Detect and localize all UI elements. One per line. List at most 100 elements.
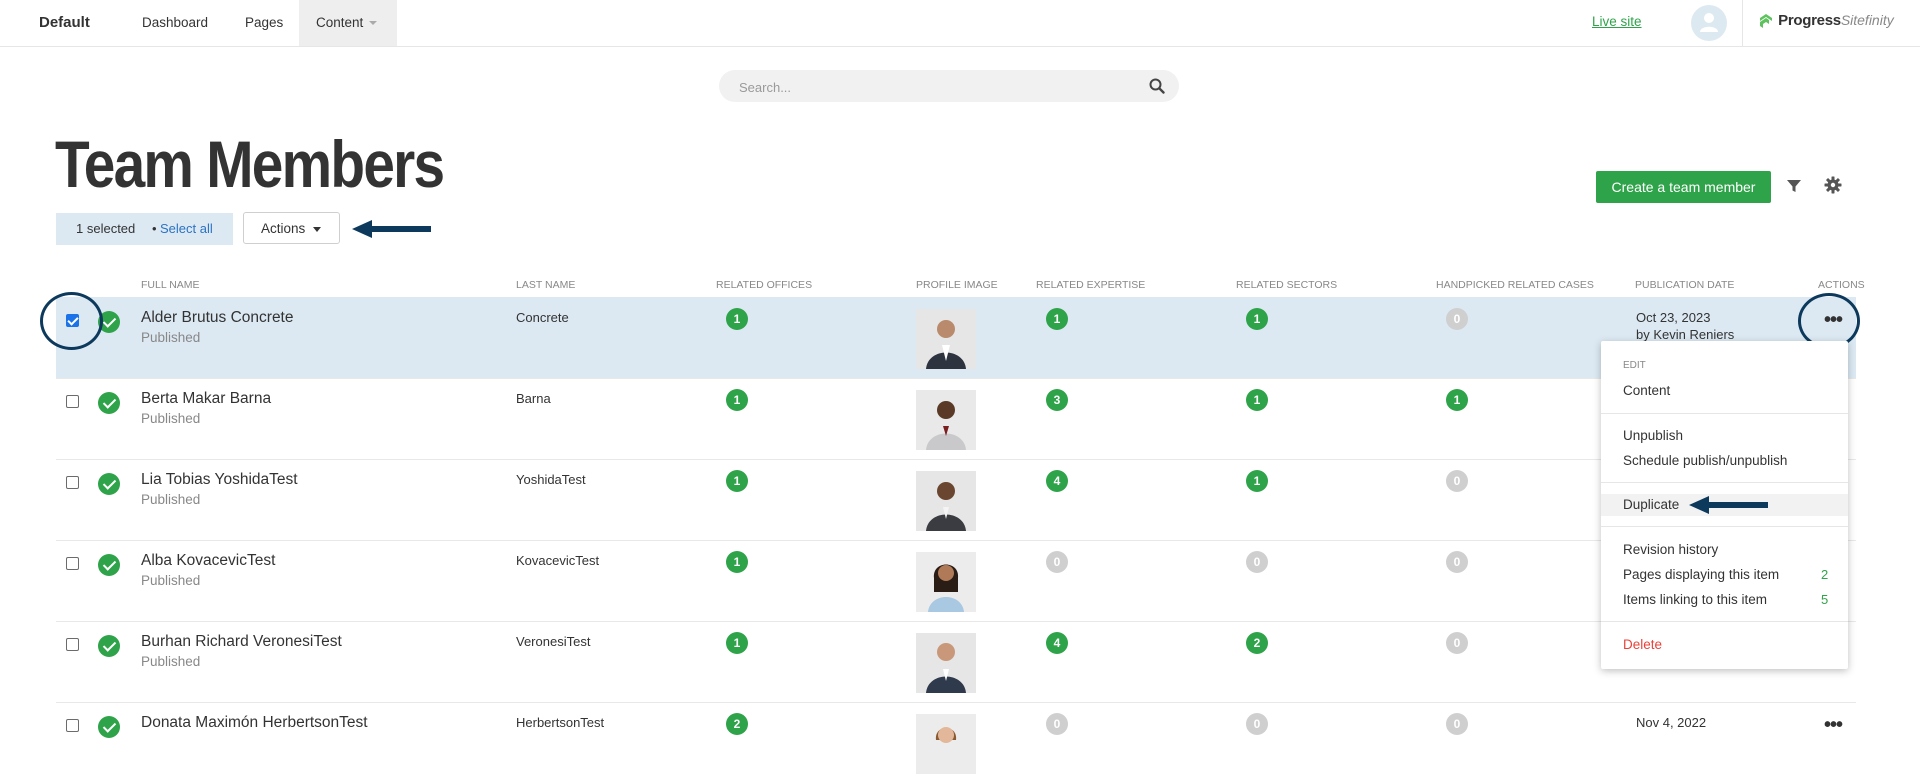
col-header-handpicked-cases: Handpicked related cases [1436, 279, 1594, 291]
last-name: YoshidaTest [516, 472, 586, 487]
search-icon[interactable] [1149, 78, 1165, 94]
col-header-last-name[interactable]: Last name [516, 279, 575, 291]
site-name[interactable]: Default [39, 0, 90, 46]
full-name-link[interactable]: Lia Tobias YoshidaTest [141, 471, 298, 489]
menu-item-schedule[interactable]: Schedule publish/unpublish [1623, 453, 1787, 468]
table-row[interactable]: Alder Brutus Concrete Published Concrete… [56, 297, 1856, 379]
annotation-arrow [1689, 496, 1768, 514]
table-row[interactable]: Lia Tobias YoshidaTest Published Yoshida… [56, 459, 1856, 541]
menu-item-delete[interactable]: Delete [1623, 637, 1662, 652]
selected-count: 1 selected [76, 221, 136, 236]
create-team-member-button[interactable]: Create a team member [1596, 171, 1771, 203]
full-name-link[interactable]: Alder Brutus Concrete [141, 309, 294, 327]
last-name: Barna [516, 391, 551, 406]
table-row[interactable]: Burhan Richard VeronesiTest Published Ve… [56, 621, 1856, 703]
menu-section-edit: Edit [1623, 360, 1646, 371]
col-header-actions: Actions [1818, 279, 1865, 291]
live-site-link[interactable]: Live site [1592, 14, 1642, 29]
col-header-related-sectors: Related sectors [1236, 279, 1338, 291]
offices-count-badge[interactable]: 1 [726, 551, 748, 573]
sectors-count-badge[interactable]: 1 [1246, 389, 1268, 411]
last-name: VeronesiTest [516, 634, 591, 649]
col-header-related-offices: Related offices [716, 279, 813, 291]
offices-count-badge[interactable]: 1 [726, 389, 748, 411]
full-name-link[interactable]: Alba KovacevicTest [141, 552, 275, 570]
row-checkbox[interactable] [66, 395, 79, 408]
more-actions-icon[interactable]: ••• [1824, 714, 1843, 737]
logo-product: Sitefinity [1840, 12, 1894, 28]
table-row[interactable]: Donata Maximón HerbertsonTest Herbertson… [56, 702, 1856, 783]
col-header-profile-image: Profile image [916, 279, 998, 291]
profile-photo [916, 714, 976, 774]
col-header-full-name[interactable]: Full name [141, 279, 200, 291]
status-text: Published [141, 654, 201, 669]
offices-count-badge[interactable]: 1 [726, 308, 748, 330]
row-checkbox[interactable] [66, 476, 79, 489]
last-name: HerbertsonTest [516, 715, 605, 730]
published-check-icon [98, 716, 120, 738]
full-name-link[interactable]: Burhan Richard VeronesiTest [141, 633, 342, 651]
sectors-count-badge[interactable]: 1 [1246, 470, 1268, 492]
offices-count-badge[interactable]: 2 [726, 713, 748, 735]
menu-divider [1601, 413, 1848, 414]
col-header-publication-date[interactable]: Publication date [1635, 279, 1734, 291]
annotation-circle-checkbox [40, 292, 103, 350]
progress-logo-icon [1760, 14, 1772, 29]
expertise-count-badge[interactable]: 4 [1046, 632, 1068, 654]
nav-dashboard[interactable]: Dashboard [142, 0, 208, 46]
cases-count-badge: 0 [1446, 308, 1468, 330]
nav-pages[interactable]: Pages [245, 0, 283, 46]
sectors-count-badge: 0 [1246, 713, 1268, 735]
search-input[interactable] [737, 70, 1141, 104]
publication-date: Nov 4, 2022 [1636, 715, 1707, 730]
pages-displaying-count: 2 [1821, 567, 1829, 582]
select-all-link[interactable]: Select all [160, 213, 213, 245]
offices-count-badge[interactable]: 1 [726, 632, 748, 654]
actions-dropdown-button[interactable]: Actions [243, 212, 340, 244]
user-avatar-icon[interactable] [1691, 5, 1727, 41]
status-text: Published [141, 330, 201, 345]
full-name-link[interactable]: Donata Maximón HerbertsonTest [141, 714, 368, 732]
logo-text: Progress [1778, 12, 1841, 29]
row-checkbox[interactable] [66, 557, 79, 570]
row-checkbox[interactable] [66, 638, 79, 651]
expertise-count-badge[interactable]: 4 [1046, 470, 1068, 492]
menu-item-pages-displaying[interactable]: Pages displaying this item [1623, 567, 1779, 582]
menu-item-content[interactable]: Content [1623, 383, 1670, 398]
progress-sitefinity-logo[interactable]: ProgressSitefinity [1758, 12, 1894, 29]
publication-info: Oct 23, 2023 by Kevin Reniers [1636, 309, 1734, 343]
nav-content[interactable]: Content [299, 0, 397, 46]
menu-divider [1601, 526, 1848, 527]
cases-count-badge: 0 [1446, 470, 1468, 492]
menu-item-revision-history[interactable]: Revision history [1623, 542, 1718, 557]
publication-date: Oct 23, 2023 [1636, 310, 1711, 325]
gear-icon[interactable] [1824, 176, 1842, 194]
search-box [719, 70, 1179, 104]
filter-icon[interactable] [1786, 178, 1802, 194]
caret-down-icon [313, 227, 321, 232]
status-text: Published [141, 573, 201, 588]
expertise-count-badge: 0 [1046, 551, 1068, 573]
expertise-count-badge[interactable]: 3 [1046, 389, 1068, 411]
cases-count-badge[interactable]: 1 [1446, 389, 1468, 411]
table-row[interactable]: Berta Makar Barna Published Barna 1 3 1 … [56, 378, 1856, 460]
full-name-link[interactable]: Berta Makar Barna [141, 390, 271, 408]
cases-count-badge: 0 [1446, 551, 1468, 573]
row-checkbox[interactable] [66, 719, 79, 732]
sectors-count-badge[interactable]: 1 [1246, 308, 1268, 330]
expertise-count-badge[interactable]: 1 [1046, 308, 1068, 330]
menu-item-items-linking[interactable]: Items linking to this item [1623, 592, 1767, 607]
published-check-icon [98, 554, 120, 576]
item-actions-menu: Edit Content Unpublish Schedule publish/… [1601, 341, 1848, 669]
table-row[interactable]: Alba KovacevicTest Published KovacevicTe… [56, 540, 1856, 622]
offices-count-badge[interactable]: 1 [726, 470, 748, 492]
actions-label: Actions [261, 221, 306, 236]
profile-photo [916, 552, 976, 612]
bullet-separator: • [152, 221, 157, 236]
col-header-related-expertise: Related expertise [1036, 279, 1146, 291]
menu-item-unpublish[interactable]: Unpublish [1623, 428, 1683, 443]
published-check-icon [98, 392, 120, 414]
cases-count-badge: 0 [1446, 632, 1468, 654]
top-navigation-bar: Default Dashboard Pages Content Live sit… [0, 0, 1920, 47]
sectors-count-badge[interactable]: 2 [1246, 632, 1268, 654]
